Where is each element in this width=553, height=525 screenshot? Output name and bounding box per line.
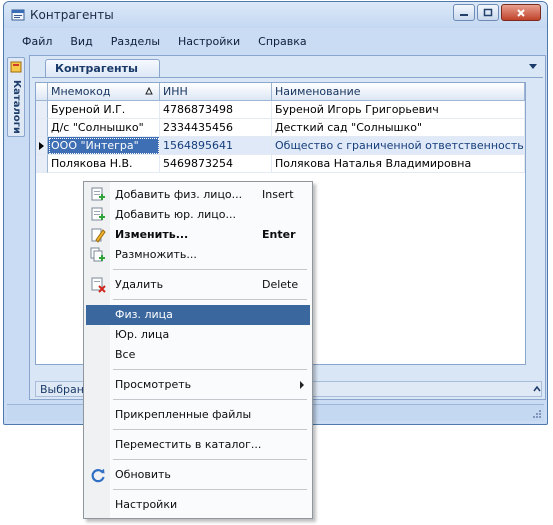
minimize-icon: [460, 13, 468, 16]
column-header-name[interactable]: Наименование: [272, 83, 525, 101]
cell-mnemocode[interactable]: Буреной И.Г.: [48, 101, 160, 119]
duplicate-icon: [90, 247, 105, 262]
menu-item-duplicate[interactable]: Размножить...: [86, 245, 310, 265]
menu-separator: [113, 299, 307, 300]
menu-view[interactable]: Вид: [61, 35, 101, 48]
menu-separator: [113, 269, 307, 270]
context-menu: Добавить физ. лицо... Insert Добавить юр…: [83, 181, 313, 519]
cell-name[interactable]: Полякова Наталья Владимировна: [272, 155, 525, 173]
menu-item-edit[interactable]: Изменить... Enter: [86, 225, 310, 245]
menu-item-shortcut: Insert: [262, 188, 294, 201]
cell-mnemocode[interactable]: ООО "Интегра": [48, 137, 160, 155]
cell-inn[interactable]: 2334435456: [160, 119, 272, 137]
menu-item-label: Добавить физ. лицо...: [115, 188, 243, 201]
window-title: Контрагенты: [30, 8, 114, 22]
row-indicator[interactable]: [36, 101, 48, 119]
current-row-arrow-icon: [39, 142, 44, 150]
cell-inn[interactable]: 4786873498: [160, 101, 272, 119]
close-icon: [517, 8, 525, 17]
menu-item-view[interactable]: Просмотреть: [86, 375, 310, 395]
menu-item-label: Удалить: [115, 278, 164, 291]
menu-item-label: Просмотреть: [115, 378, 192, 391]
menu-item-label: Переместить в каталог...: [115, 438, 262, 451]
cell-inn[interactable]: 5469873254: [160, 155, 272, 173]
maximize-icon: [483, 8, 493, 17]
cell-mnemocode[interactable]: Полякова Н.В.: [48, 155, 160, 173]
menu-separator: [113, 459, 307, 460]
cell-name[interactable]: Буреной Игорь Григорьевич: [272, 101, 525, 119]
column-header-label: Мнемокод: [51, 85, 111, 98]
row-indicator[interactable]: [36, 119, 48, 137]
table-row[interactable]: Полякова Н.В. 5469873254 Полякова Наталь…: [36, 155, 525, 173]
resize-grip-icon[interactable]: [532, 409, 542, 419]
add-company-icon: [91, 207, 105, 221]
row-indicator[interactable]: [36, 137, 48, 155]
collapse-arrow-icon[interactable]: [533, 385, 541, 393]
menu-file[interactable]: Файл: [13, 35, 61, 48]
catalogs-side-tab[interactable]: Каталоги: [7, 57, 25, 137]
table-row-selected[interactable]: ООО "Интегра" 1564895641 Общество с гран…: [36, 137, 525, 155]
menu-settings[interactable]: Настройки: [169, 35, 249, 48]
menu-item-label: Изменить...: [115, 228, 189, 241]
column-header-mnemocode[interactable]: Мнемокод: [48, 83, 160, 101]
menu-separator: [113, 489, 307, 490]
add-person-icon: [91, 187, 105, 201]
cell-inn[interactable]: 1564895641: [160, 137, 272, 155]
title-bar[interactable]: Контрагенты: [4, 2, 547, 28]
menu-item-move-to-catalog[interactable]: Переместить в каталог...: [86, 435, 310, 455]
menu-separator: [113, 369, 307, 370]
menu-item-refresh[interactable]: Обновить: [86, 465, 310, 485]
menu-item-all[interactable]: Все: [86, 345, 310, 365]
refresh-icon: [91, 468, 105, 483]
tab-list-dropdown-icon[interactable]: [529, 64, 537, 69]
menu-item-label: Все: [115, 348, 136, 361]
catalogs-tab-label: Каталоги: [11, 80, 22, 134]
menu-item-label: Юр. лица: [115, 328, 170, 341]
edit-pencil-icon: [91, 228, 106, 243]
menu-item-individuals[interactable]: Физ. лица: [86, 305, 310, 325]
submenu-arrow-icon: [300, 381, 304, 389]
menu-help[interactable]: Справка: [249, 35, 315, 48]
menu-item-delete[interactable]: Удалить Delete: [86, 275, 310, 295]
menu-sections[interactable]: Разделы: [102, 35, 169, 48]
maximize-button[interactable]: [477, 4, 499, 21]
app-icon: [11, 9, 25, 21]
table-row[interactable]: Буреной И.Г. 4786873498 Буреной Игорь Гр…: [36, 101, 525, 119]
menu-item-attached-files[interactable]: Прикрепленные файлы: [86, 405, 310, 425]
catalog-icon: [10, 61, 22, 73]
tab-strip-divider: [32, 77, 543, 78]
cell-name[interactable]: Общество с граниченной ответственностью …: [272, 137, 525, 155]
menu-separator: [113, 399, 307, 400]
minimize-button[interactable]: [453, 4, 475, 21]
close-button[interactable]: [501, 4, 541, 21]
cell-name[interactable]: Десткий сад "Солнышко": [272, 119, 525, 137]
delete-icon: [91, 277, 106, 293]
grid-header: Мнемокод ИНН Наименование: [36, 83, 525, 101]
menu-item-add-person[interactable]: Добавить физ. лицо... Insert: [86, 185, 310, 205]
menu-item-label: Настройки: [115, 498, 178, 511]
menu-item-label: Физ. лица: [115, 308, 173, 321]
menu-item-shortcut: Enter: [262, 228, 296, 241]
menu-item-label: Размножить...: [115, 248, 197, 261]
menu-item-label: Добавить юр. лицо...: [115, 208, 236, 221]
menu-bar: Файл Вид Разделы Настройки Справка: [4, 30, 547, 52]
menu-item-shortcut: Delete: [262, 278, 299, 291]
menu-item-legal-entities[interactable]: Юр. лица: [86, 325, 310, 345]
row-indicator-header: [36, 83, 48, 101]
table-row[interactable]: Д/с "Солнышко" 2334435456 Десткий сад "С…: [36, 119, 525, 137]
sort-ascending-icon: [145, 87, 153, 95]
row-indicator[interactable]: [36, 155, 48, 173]
menu-item-label: Прикрепленные файлы: [115, 408, 252, 421]
cell-mnemocode[interactable]: Д/с "Солнышко": [48, 119, 160, 137]
menu-item-add-company[interactable]: Добавить юр. лицо...: [86, 205, 310, 225]
menu-item-label: Обновить: [115, 468, 171, 481]
tab-contractors[interactable]: Контрагенты: [45, 59, 160, 77]
menu-separator: [113, 429, 307, 430]
column-header-inn[interactable]: ИНН: [160, 83, 272, 101]
menu-item-settings[interactable]: Настройки: [86, 495, 310, 515]
